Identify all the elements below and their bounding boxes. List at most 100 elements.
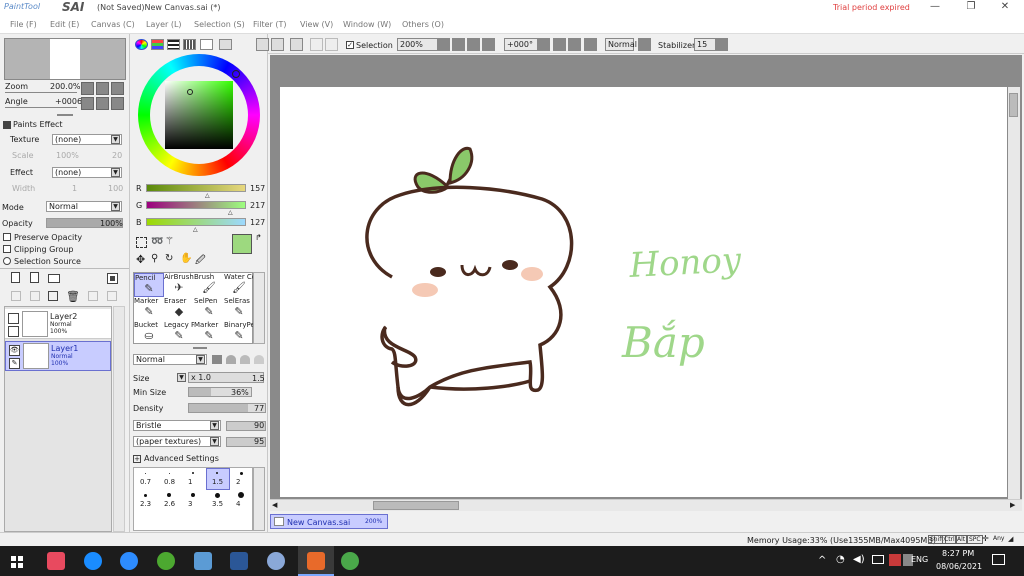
rotate-left-button[interactable]: [81, 97, 94, 110]
clock-date[interactable]: 08/06/2021: [936, 562, 982, 571]
color-square-handle[interactable]: [187, 89, 193, 95]
menu-file[interactable]: File (F): [10, 20, 37, 29]
rgb-slider-tab-icon[interactable]: [151, 39, 164, 50]
brush-size-preset[interactable]: 0.7: [133, 467, 157, 489]
color-square[interactable]: [165, 81, 233, 149]
brush-size-preset[interactable]: 3: [181, 489, 205, 511]
volume-icon[interactable]: ◀): [853, 554, 865, 565]
blend-mode-dropdown-icon[interactable]: ▼: [111, 202, 120, 211]
zalo-icon[interactable]: [84, 552, 102, 570]
brush-size-preset[interactable]: 3.5: [205, 489, 229, 511]
horizontal-scroll-thumb[interactable]: [373, 501, 459, 510]
swatches-tab-icon[interactable]: [183, 39, 196, 50]
rotate-right-button[interactable]: [96, 97, 109, 110]
navigator-preview[interactable]: [4, 38, 126, 80]
hand-icon[interactable]: ✋: [180, 253, 192, 264]
scratchpad-tab-icon[interactable]: [200, 39, 213, 50]
brush-shape-hard-icon[interactable]: [212, 355, 222, 364]
wifi-icon[interactable]: ◔: [836, 554, 845, 565]
brush-size-scrollbar[interactable]: [253, 467, 265, 531]
rotate-ccw-icon[interactable]: [553, 38, 566, 51]
tool-eraser[interactable]: Eraser ◆: [164, 297, 194, 321]
brush-blend-dropdown-icon[interactable]: ▼: [196, 355, 205, 364]
maximize-button[interactable]: ❐: [956, 1, 986, 15]
red-slider-handle[interactable]: △: [205, 192, 210, 199]
move-icon[interactable]: ✥: [136, 253, 145, 266]
rotate-tool-icon[interactable]: ↻: [165, 253, 173, 264]
minimize-button[interactable]: —: [920, 1, 950, 15]
drawing-canvas[interactable]: Honoy Bắp: [280, 87, 1007, 497]
eyedropper-icon[interactable]: 🖉: [195, 253, 206, 270]
brush-size-preset[interactable]: 1.5: [205, 467, 229, 489]
toolbar-zoom-out-icon[interactable]: [452, 38, 465, 51]
deselect-icon[interactable]: [310, 38, 323, 51]
canvas-vertical-scrollbar[interactable]: [1008, 87, 1020, 499]
menu-selection[interactable]: Selection (S): [194, 20, 245, 29]
brush-shape-medium-icon[interactable]: [226, 355, 236, 364]
preserve-opacity-checkbox[interactable]: [3, 233, 11, 241]
file-explorer-icon[interactable]: [194, 552, 212, 570]
size-mult-dropdown-icon[interactable]: ▼: [177, 373, 186, 382]
new-layer-icon[interactable]: [11, 272, 20, 283]
toolbar-zoom-in-icon[interactable]: [467, 38, 480, 51]
word-icon[interactable]: [230, 552, 248, 570]
paints-effect-collapse-icon[interactable]: [3, 121, 11, 129]
menu-canvas[interactable]: Canvas (C): [91, 20, 135, 29]
menu-layer[interactable]: Layer (L): [146, 20, 182, 29]
menu-others[interactable]: Others (O): [402, 20, 444, 29]
zoom-tool-icon[interactable]: ⚲: [151, 253, 158, 264]
color-wheel-tab-icon[interactable]: [135, 39, 148, 50]
doc-tab-new-canvas[interactable]: New Canvas.sai 200%: [270, 514, 388, 529]
new-linework-layer-icon[interactable]: [30, 272, 39, 283]
redo-icon[interactable]: [290, 38, 303, 51]
hsv-slider-tab-icon[interactable]: [167, 39, 180, 50]
brush-size-preset[interactable]: 0.8: [157, 467, 181, 489]
hue-handle[interactable]: [232, 70, 240, 78]
zoom-out-button[interactable]: [81, 82, 94, 95]
tool-marker[interactable]: Marker ✎: [134, 297, 164, 321]
taskbar-app-icon[interactable]: [47, 552, 65, 570]
menu-edit[interactable]: Edit (E): [50, 20, 79, 29]
effect-dropdown-icon[interactable]: ▼: [111, 168, 120, 177]
selection-source-radio[interactable]: [3, 257, 11, 265]
color-panel-options-icon[interactable]: [219, 39, 232, 50]
brush-shape-flat-icon[interactable]: [254, 355, 264, 364]
tool-selpen[interactable]: SelPen ✎: [194, 297, 224, 321]
brush-size-preset[interactable]: 1: [181, 467, 205, 489]
zoom-dropdown-icon[interactable]: [437, 38, 450, 51]
texture-dropdown-icon[interactable]: ▼: [111, 135, 120, 144]
brush-texture-select[interactable]: (paper textures): [133, 436, 221, 447]
tool-legacy-pen[interactable]: Legacy Pen✎: [164, 321, 194, 345]
brush-shape-soft-icon[interactable]: [240, 355, 250, 364]
start-windows-icon[interactable]: [11, 556, 23, 568]
tool-brush[interactable]: Brush 🖌: [194, 273, 224, 297]
layer1-visibility-icon[interactable]: 👁: [9, 345, 20, 356]
blue-slider[interactable]: [146, 218, 246, 226]
notification-icon[interactable]: [992, 554, 1005, 565]
scroll-right-icon[interactable]: ▶: [1010, 501, 1015, 509]
advanced-settings-expand-icon[interactable]: +: [133, 455, 141, 463]
clipping-group-checkbox[interactable]: [3, 245, 11, 253]
tool-seleras[interactable]: SelEras ✎: [224, 297, 254, 321]
bristle-dropdown-icon[interactable]: ▼: [210, 421, 219, 430]
layer1-edit-icon[interactable]: ✎: [9, 358, 20, 369]
clock-time[interactable]: 8:27 PM: [942, 549, 974, 558]
paint-tool-sai-icon[interactable]: [307, 552, 325, 570]
battery-icon[interactable]: [872, 555, 884, 564]
magic-wand-icon[interactable]: ⚚: [165, 236, 174, 247]
rotate-reset-icon[interactable]: [584, 38, 597, 51]
browser-icon[interactable]: [157, 552, 175, 570]
language-indicator[interactable]: ENG: [911, 555, 928, 564]
tool-marker[interactable]: Marker ✎: [194, 321, 224, 345]
zoom-in-button[interactable]: [96, 82, 109, 95]
red-slider[interactable]: [146, 184, 246, 192]
zoom-app-icon[interactable]: [120, 552, 138, 570]
flip-icon[interactable]: [638, 38, 651, 51]
blue-slider-handle[interactable]: △: [193, 226, 198, 233]
new-folder-icon[interactable]: [48, 274, 60, 283]
toolbar-zoom-reset-icon[interactable]: [482, 38, 495, 51]
tool-airbrush[interactable]: AirBrush ✈: [164, 273, 194, 297]
menu-window[interactable]: Window (W): [343, 20, 391, 29]
tool-bucket[interactable]: Bucket ⛀: [134, 321, 164, 345]
swap-colors-icon[interactable]: ↱: [255, 233, 262, 242]
